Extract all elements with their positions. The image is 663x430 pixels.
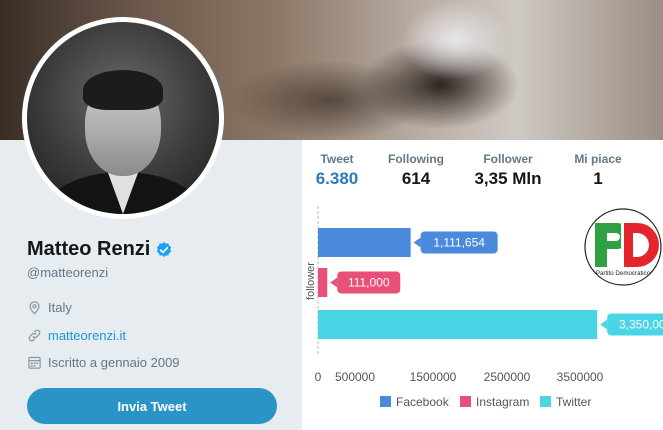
stat-label: Tweet <box>320 152 354 166</box>
stat-likes[interactable]: Mi piace 1 <box>570 152 626 189</box>
profile-name[interactable]: Matteo Renzi <box>27 238 150 261</box>
legend-label-facebook: Facebook <box>396 395 450 409</box>
y-axis-label: follower <box>305 262 317 300</box>
x-tick-label: 1500000 <box>410 370 457 384</box>
send-tweet-button[interactable]: Invia Tweet <box>27 388 277 424</box>
legend-swatch-instagram <box>460 396 471 407</box>
stat-value: 3,35 Mln <box>474 169 542 188</box>
stat-value: 6.380 <box>315 169 359 188</box>
x-tick-label: 500000 <box>335 370 375 384</box>
data-label-text: 111,000 <box>348 276 390 290</box>
stat-value: 614 <box>401 169 431 188</box>
bar-instagram <box>318 268 328 297</box>
verified-badge-icon <box>157 241 172 257</box>
data-label-instagram: 111,000 <box>330 271 401 294</box>
profile-handle: @matteorenzi <box>27 265 109 280</box>
stat-label: Follower <box>483 152 533 166</box>
legend-label-instagram: Instagram <box>476 395 529 409</box>
x-tick-label: 2500000 <box>484 370 531 384</box>
stat-label: Mi piace <box>574 152 622 166</box>
stat-label: Following <box>388 152 444 166</box>
profile-website: matteorenzi.it <box>27 328 126 343</box>
logo-text: Partito Democratico <box>596 270 651 277</box>
profile-name-row: Matteo Renzi <box>27 238 173 261</box>
calendar-icon <box>28 356 41 369</box>
profile-avatar[interactable] <box>22 17 224 219</box>
profile-stats: Tweet 6.380 Following 614 Follower 3,35 … <box>302 140 663 192</box>
data-label-text: 3,350,000 <box>619 318 663 332</box>
location-pin-icon <box>29 301 40 315</box>
website-link[interactable]: matteorenzi.it <box>48 328 126 343</box>
x-tick-label: 3500000 <box>557 370 604 384</box>
banner-shape <box>400 0 510 80</box>
bar-facebook <box>318 228 411 257</box>
legend-label-twitter: Twitter <box>556 395 591 409</box>
avatar-photo <box>27 22 219 214</box>
data-label-text: 1,111,654 <box>433 236 485 250</box>
data-label-facebook: 1,111,654 <box>413 231 498 254</box>
bar-twitter <box>318 310 598 339</box>
legend-swatch-twitter <box>540 396 551 407</box>
partito-democratico-logo: Partito Democratico <box>584 208 662 286</box>
x-tick-label: 0 <box>315 370 322 384</box>
stat-followers[interactable]: Follower 3,35 Mln <box>468 152 548 189</box>
stat-following[interactable]: Following 614 <box>386 152 446 189</box>
joined-text: Iscritto a gennaio 2009 <box>48 355 180 370</box>
avatar-hair <box>83 70 163 110</box>
legend-swatch-facebook <box>380 396 391 407</box>
link-icon <box>28 329 41 342</box>
profile-location: Italy <box>27 300 72 315</box>
stat-value: 1 <box>593 169 603 188</box>
data-label-twitter: 3,350,000 <box>600 313 663 336</box>
location-text: Italy <box>48 300 72 315</box>
stat-tweets[interactable]: Tweet 6.380 <box>314 152 360 189</box>
profile-joined: Iscritto a gennaio 2009 <box>27 355 180 370</box>
